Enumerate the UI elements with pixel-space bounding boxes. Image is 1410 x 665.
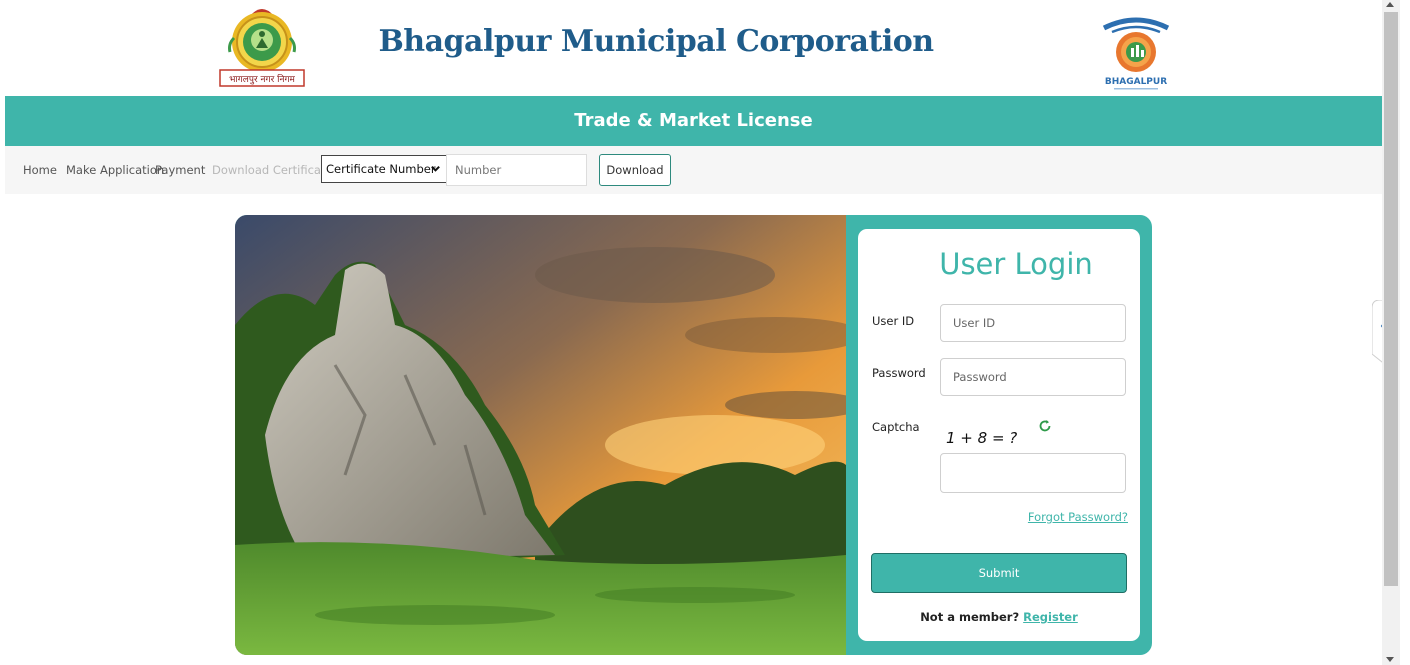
refresh-icon[interactable] <box>1038 419 1052 433</box>
password-input[interactable] <box>940 358 1126 396</box>
certificate-number-input[interactable] <box>446 154 587 186</box>
bhagalpur-city-logo: BHAGALPUR <box>1102 17 1170 90</box>
scroll-down-icon[interactable] <box>1386 657 1394 662</box>
register-prompt: Not a member? Register <box>858 610 1140 624</box>
svg-text:BHAGALPUR: BHAGALPUR <box>1105 77 1167 87</box>
user-id-input[interactable] <box>940 304 1126 342</box>
login-title: User Login <box>939 247 1093 281</box>
user-id-label: User ID <box>872 314 915 328</box>
svg-text:भागलपुर नगर निगम: भागलपुर नगर निगम <box>229 73 295 85</box>
captcha-answer-input[interactable] <box>940 453 1126 493</box>
certificate-type-select[interactable]: Certificate Number <box>321 155 447 183</box>
download-button[interactable]: Download <box>599 154 671 186</box>
login-card: User Login User ID Password Captcha 1 + … <box>235 215 1152 655</box>
landscape-image <box>235 215 846 655</box>
scrollbar-thumb[interactable] <box>1384 12 1398 586</box>
captcha-question: 1 + 8 = ? <box>946 429 1018 447</box>
certificate-type-value: Certificate Number <box>326 162 436 176</box>
module-banner: Trade & Market License <box>5 96 1382 146</box>
nav-payment-link[interactable]: Payment <box>155 163 205 177</box>
login-panel: User Login User ID Password Captcha 1 + … <box>858 229 1140 641</box>
chevron-down-icon <box>431 165 440 172</box>
submit-button[interactable]: Submit <box>871 553 1127 593</box>
page: भागलपुर नगर निगम Bhagalpur Municipal Cor… <box>0 0 1410 665</box>
nav-download-certificate-link: Download Certificate <box>212 163 333 177</box>
site-header: भागलपुर नगर निगम Bhagalpur Municipal Cor… <box>0 0 1382 96</box>
top-nav: Home Make Application Payment Download C… <box>5 146 1382 194</box>
register-link[interactable]: Register <box>1023 610 1078 624</box>
captcha-label: Captcha <box>872 420 920 434</box>
nav-home-link[interactable]: Home <box>23 163 57 177</box>
forgot-password-link[interactable]: Forgot Password? <box>1028 510 1128 524</box>
password-label: Password <box>872 366 926 380</box>
nav-make-application-link[interactable]: Make Application <box>66 163 164 177</box>
not-member-text: Not a member? <box>920 610 1020 624</box>
scroll-up-icon[interactable] <box>1386 2 1394 7</box>
